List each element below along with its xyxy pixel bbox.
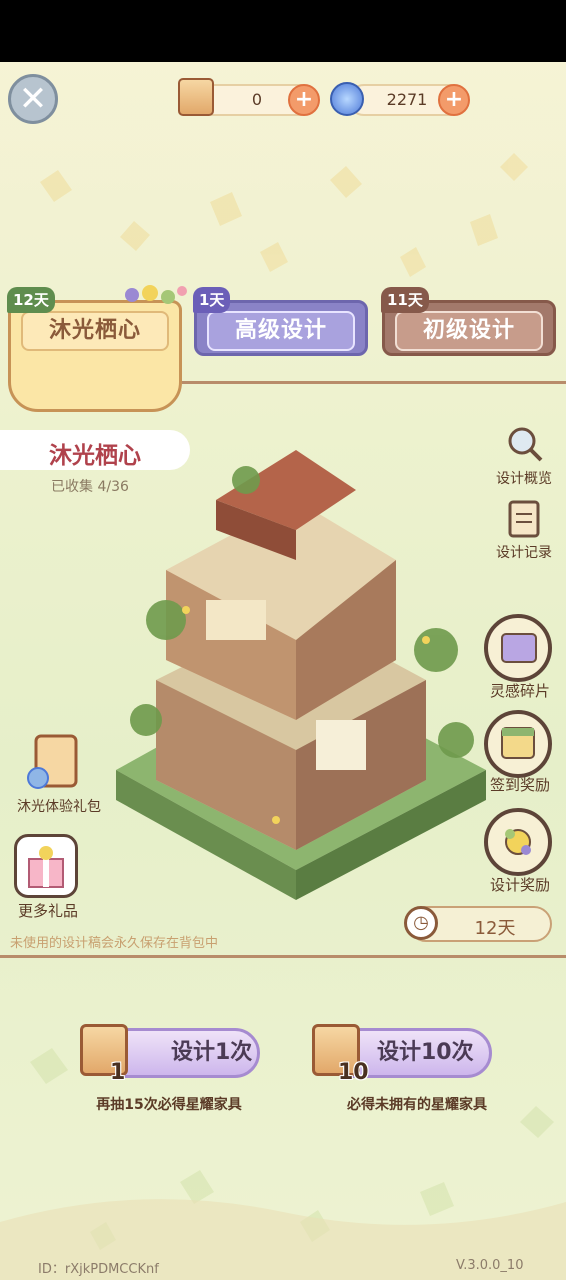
crystal-icon <box>330 82 364 116</box>
close-button[interactable]: ✕ <box>8 74 58 124</box>
trial-pack-button[interactable] <box>22 734 82 798</box>
single-hint: 再抽15次必得星耀家具 <box>96 1097 242 1113</box>
checkin-label: 签到奖励 <box>489 776 550 794</box>
tab-days-badge: 12天 <box>7 287 55 313</box>
clock-icon: ◷ <box>404 906 438 940</box>
ten-hint: 必得未拥有的星耀家具 <box>347 1097 487 1113</box>
inspiration-fragments-button[interactable] <box>484 614 552 682</box>
calendar-icon <box>501 727 535 759</box>
tab-divider <box>182 381 566 384</box>
user-id: ID：rXjkPDMCCKnf <box>38 1262 159 1277</box>
ticket-icon <box>178 78 214 116</box>
design-reward-label: 设计奖励 <box>489 876 550 894</box>
magnifier-icon <box>508 427 543 462</box>
trial-pack-label: 沐光体验礼包 <box>17 799 101 815</box>
design-ten-label: 设计10次 <box>377 1040 474 1065</box>
design-records-button[interactable]: 设计记录 <box>486 498 562 562</box>
single-ticket-count: 1 <box>110 1060 126 1085</box>
inspiration-label: 灵感碎片 <box>489 682 550 700</box>
tab-label: 沐光栖心 <box>21 311 169 351</box>
checkin-reward-button[interactable] <box>484 710 552 778</box>
tab-mu-guang[interactable]: 沐光栖心 12天 <box>7 285 187 412</box>
tab-days-badge: 11天 <box>381 287 429 313</box>
gift-ticket-icon <box>27 734 78 789</box>
close-icon: ✕ <box>18 79 48 119</box>
design-once-label: 设计1次 <box>171 1040 253 1065</box>
crystal-currency: 2271 + <box>348 84 470 116</box>
tab-days-badge: 1天 <box>193 287 231 313</box>
add-ticket-button[interactable]: + <box>288 84 320 116</box>
design-reward-button[interactable] <box>484 808 552 876</box>
flower-decoration-icon <box>125 285 187 304</box>
house-illustration <box>116 450 486 900</box>
puzzle-map-icon <box>501 633 537 663</box>
ten-ticket-count: 10 <box>338 1060 369 1085</box>
more-gifts-button[interactable] <box>14 834 78 898</box>
add-crystal-button[interactable]: + <box>438 84 470 116</box>
version-text: V.3.0.0_10 <box>456 1258 524 1273</box>
tab-label: 初级设计 <box>395 311 543 351</box>
flower-badge-icon <box>505 829 531 855</box>
tab-advanced-design[interactable]: 高级设计 1天 <box>193 287 368 356</box>
design-overview-button[interactable]: 设计概览 <box>486 424 562 488</box>
status-bar <box>0 0 566 62</box>
ticket-currency: 0 + <box>198 84 320 116</box>
tab-basic-design[interactable]: 初级设计 11天 <box>381 287 556 356</box>
tab-label: 高级设计 <box>207 311 355 351</box>
storage-notice: 未使用的设计稿会永久保存在背包中 <box>10 936 219 951</box>
more-gifts-label: 更多礼品 <box>17 902 78 920</box>
bottom-divider <box>0 955 566 958</box>
gift-box-icon <box>28 846 64 888</box>
clipboard-icon <box>508 500 540 538</box>
timer-text: 12天 <box>474 918 516 939</box>
pool-timer: ◷ 12天 <box>404 906 552 942</box>
overview-label: 设计概览 <box>496 471 552 487</box>
records-label: 设计记录 <box>496 545 552 561</box>
